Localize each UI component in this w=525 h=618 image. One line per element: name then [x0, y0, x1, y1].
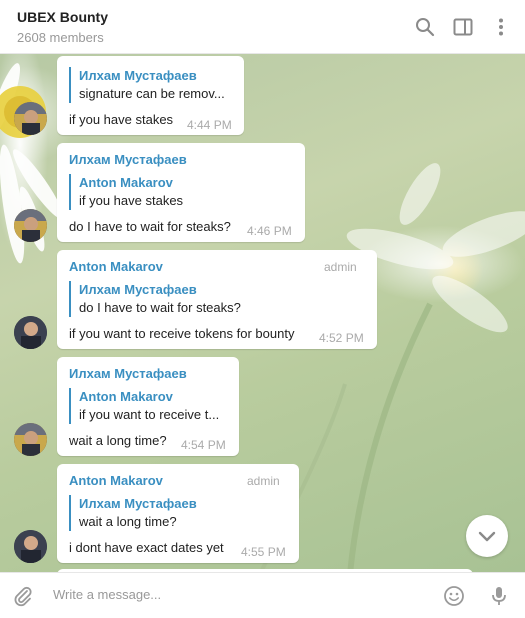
sidebar-toggle-icon[interactable] [452, 16, 474, 38]
message-time: 4:55 PM [241, 545, 286, 559]
search-icon[interactable] [414, 16, 436, 38]
reply-quote[interactable]: Илхам Мустафаев wait a long time? [69, 495, 229, 531]
chevron-down-icon [478, 531, 496, 542]
reply-text: signature can be remov... [79, 86, 225, 101]
message-time: 4:52 PM [319, 331, 364, 345]
reply-sender: Илхам Мустафаев [79, 496, 197, 511]
reply-text: wait a long time? [79, 514, 177, 529]
reply-quote[interactable]: Anton Makarov if you have stakes [69, 174, 249, 210]
message-time: 4:54 PM [181, 438, 226, 452]
message-sender[interactable]: Илхам Мустафаев [69, 366, 187, 381]
reply-sender: Илхам Мустафаев [79, 282, 197, 297]
reply-sender: Anton Makarov [79, 389, 173, 404]
avatar[interactable] [14, 316, 47, 349]
message-sender[interactable]: Anton Makarov [69, 473, 163, 488]
reply-quote[interactable]: Anton Makarov if you want to receive t..… [69, 388, 229, 424]
admin-badge: admin [247, 474, 280, 488]
avatar[interactable] [14, 423, 47, 456]
message-text: i dont have exact dates yet [69, 540, 224, 555]
member-count: 2608 members [17, 30, 104, 45]
avatar[interactable] [14, 530, 47, 563]
message-text: if you have stakes [69, 112, 174, 127]
message-text: do I have to wait for steaks? [69, 219, 231, 234]
message-composer: Write a message... [0, 572, 525, 618]
emoji-icon[interactable] [443, 585, 465, 607]
reply-quote[interactable]: Илхам Мустафаев signature can be remov..… [69, 67, 239, 103]
message-time: 4:46 PM [247, 224, 292, 238]
message-sender[interactable]: Anton Makarov [69, 259, 163, 274]
message-text: if you want to receive tokens for bounty [69, 326, 295, 341]
message-bubble[interactable]: Anton Makarov admin Илхам Мустафаев do I… [57, 250, 377, 349]
message-bubble[interactable]: Илхам Мустафаев Anton Makarov if you wan… [57, 357, 239, 456]
chat-title[interactable]: UBEX Bounty [17, 9, 108, 25]
message-time: 4:44 PM [187, 118, 232, 132]
scroll-to-bottom-button[interactable] [466, 515, 508, 557]
admin-badge: admin [324, 260, 357, 274]
message-bubble[interactable]: Илхам Мустафаев signature can be remov..… [57, 56, 244, 135]
message-sender[interactable]: Илхам Мустафаев [69, 152, 187, 167]
microphone-icon[interactable] [488, 585, 510, 607]
reply-quote[interactable]: Илхам Мустафаев do I have to wait for st… [69, 281, 279, 317]
chat-header: UBEX Bounty 2608 members [0, 0, 525, 54]
paperclip-icon[interactable] [12, 585, 34, 607]
reply-text: do I have to wait for steaks? [79, 300, 241, 315]
reply-text: if you want to receive t... [79, 407, 220, 422]
reply-text: if you have stakes [79, 193, 184, 208]
avatar[interactable] [14, 209, 47, 242]
message-bubble[interactable]: Anton Makarov admin Илхам Мустафаев wait… [57, 464, 299, 563]
message-input[interactable]: Write a message... [53, 587, 161, 602]
avatar[interactable] [14, 102, 47, 135]
reply-sender: Илхам Мустафаев [79, 68, 197, 83]
more-vertical-icon[interactable] [490, 16, 512, 38]
reply-sender: Anton Makarov [79, 175, 173, 190]
message-bubble[interactable]: Илхам Мустафаев Anton Makarov if you hav… [57, 143, 305, 242]
message-text: wait a long time? [69, 433, 167, 448]
message-list[interactable]: Илхам Мустафаев signature can be remov..… [0, 54, 525, 572]
